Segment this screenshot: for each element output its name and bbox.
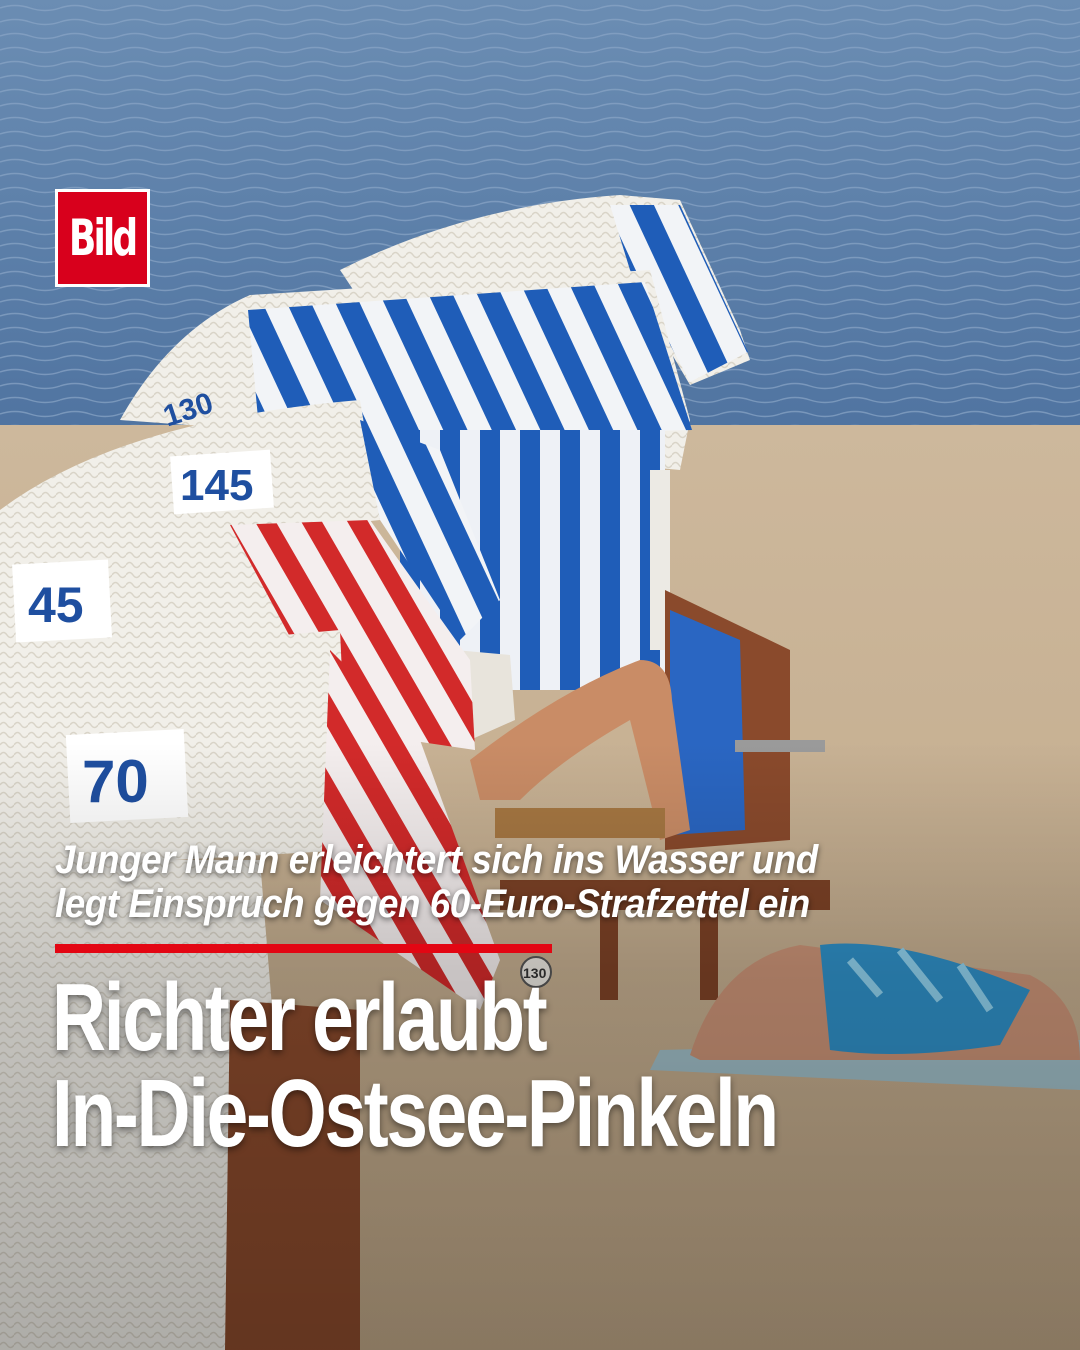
- kicker-line: legt Einspruch gegen 60-Euro-Strafzettel…: [55, 882, 810, 926]
- bild-logo-text: Bild: [69, 209, 138, 267]
- bild-logo: Bild: [55, 189, 150, 287]
- kicker-line: Junger Mann erleichtert sich ins Wasser …: [55, 838, 818, 882]
- headline-line: In-Die-Ostsee-Pinkeln: [52, 1060, 779, 1167]
- social-post: 130 145 45 70 130 Bild Junger Mann erlei…: [0, 0, 1080, 1350]
- accent-rule: [55, 944, 552, 953]
- headline-line: Richter erlaubt: [52, 964, 548, 1071]
- headline: Richter erlaubt In-Die-Ostsee-Pinkeln: [52, 970, 1032, 1162]
- kicker: Junger Mann erleichtert sich ins Wasser …: [55, 838, 1015, 926]
